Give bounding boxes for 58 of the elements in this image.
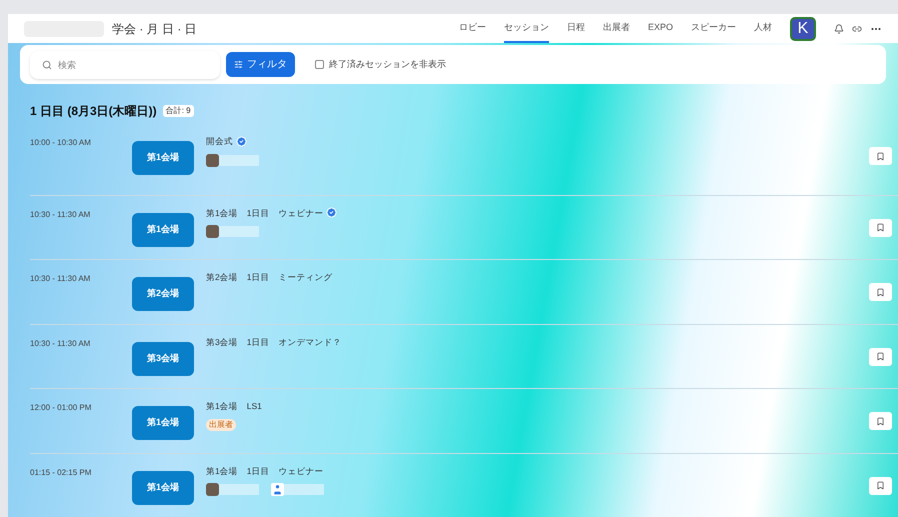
venue-button[interactable]: 第1会場: [132, 212, 194, 246]
bookmark-icon: [876, 152, 885, 160]
bookmark-button[interactable]: [869, 476, 892, 494]
session-title[interactable]: 第1会場 1日目 ウェビナー: [206, 206, 324, 220]
notification-icon[interactable]: [834, 24, 844, 34]
person-icon: [271, 483, 284, 496]
session-time: 12:00 - 01:00 PM: [30, 402, 92, 414]
user-avatar[interactable]: K: [790, 16, 816, 41]
session-title[interactable]: 第1会場 1日目 ウェビナー: [206, 464, 324, 478]
exhibitor-tag: 出展者: [206, 418, 236, 431]
bookmark-icon: [876, 481, 885, 490]
redacted-name: [219, 226, 259, 238]
venue-button[interactable]: 第2会場: [132, 277, 194, 311]
session-title[interactable]: 開会式: [206, 135, 233, 148]
bookmark-icon: [876, 288, 885, 296]
speaker-photo-placeholder: [206, 225, 219, 238]
session-title[interactable]: 第3会場 1日目 オンデマンド？: [206, 336, 342, 348]
redacted-name: [219, 154, 259, 166]
venue-button[interactable]: 第3会場: [132, 342, 194, 376]
redacted-name: [219, 484, 259, 496]
bookmark-button[interactable]: [869, 412, 892, 430]
search-field[interactable]: 検索: [30, 50, 220, 79]
bookmark-button[interactable]: [869, 147, 892, 165]
nav-tab[interactable]: ロビー: [458, 14, 486, 44]
session-time: 10:30 - 11:30 AM: [30, 208, 92, 220]
checkbox[interactable]: [315, 60, 324, 70]
nav-tab[interactable]: EXPO: [648, 14, 673, 44]
session-title[interactable]: 第2会場 1日目 ミーティング: [206, 271, 332, 284]
speaker-photo-placeholder: [206, 154, 219, 167]
total-count: 合計: 9: [162, 105, 194, 117]
nav-tab[interactable]: 日程: [566, 14, 585, 44]
day-heading: 1 日目 (8月3日(木曜日)): [30, 103, 157, 120]
nav-tab[interactable]: スピーカー: [691, 14, 736, 44]
bookmark-button[interactable]: [869, 348, 892, 366]
filter-icon: [234, 60, 243, 70]
checkbox-label: 終了済みセッションを非表示: [329, 58, 446, 71]
nav-tab[interactable]: 人材: [754, 14, 772, 44]
filter-button[interactable]: フィルタ: [226, 52, 295, 78]
nav-tab[interactable]: セッション: [504, 14, 549, 44]
venue-button[interactable]: 第1会場: [132, 406, 194, 440]
session-time: 01:15 - 02:15 PM: [30, 466, 92, 478]
bookmark-icon: [876, 223, 885, 232]
redacted-name: [284, 484, 324, 496]
nav-tab[interactable]: 出展者: [602, 14, 630, 44]
search-icon: [42, 60, 52, 70]
session-time: 10:00 - 10:30 AM: [30, 137, 92, 149]
speaker-photo-placeholder: [206, 483, 219, 496]
event-title: 学会 · 月 日 · 日: [112, 20, 197, 38]
bookmark-button[interactable]: [869, 218, 892, 236]
bookmark-button[interactable]: [869, 283, 892, 301]
venue-button[interactable]: 第1会場: [132, 141, 194, 175]
venue-button[interactable]: 第1会場: [132, 470, 194, 504]
bookmark-icon: [876, 416, 885, 426]
bookmark-icon: [876, 352, 885, 361]
session-time: 10:30 - 11:30 AM: [30, 273, 92, 285]
link-icon[interactable]: [852, 24, 862, 34]
session-time: 10:30 - 11:30 AM: [30, 338, 92, 350]
session-title[interactable]: 第1会場 LS1: [206, 400, 262, 413]
